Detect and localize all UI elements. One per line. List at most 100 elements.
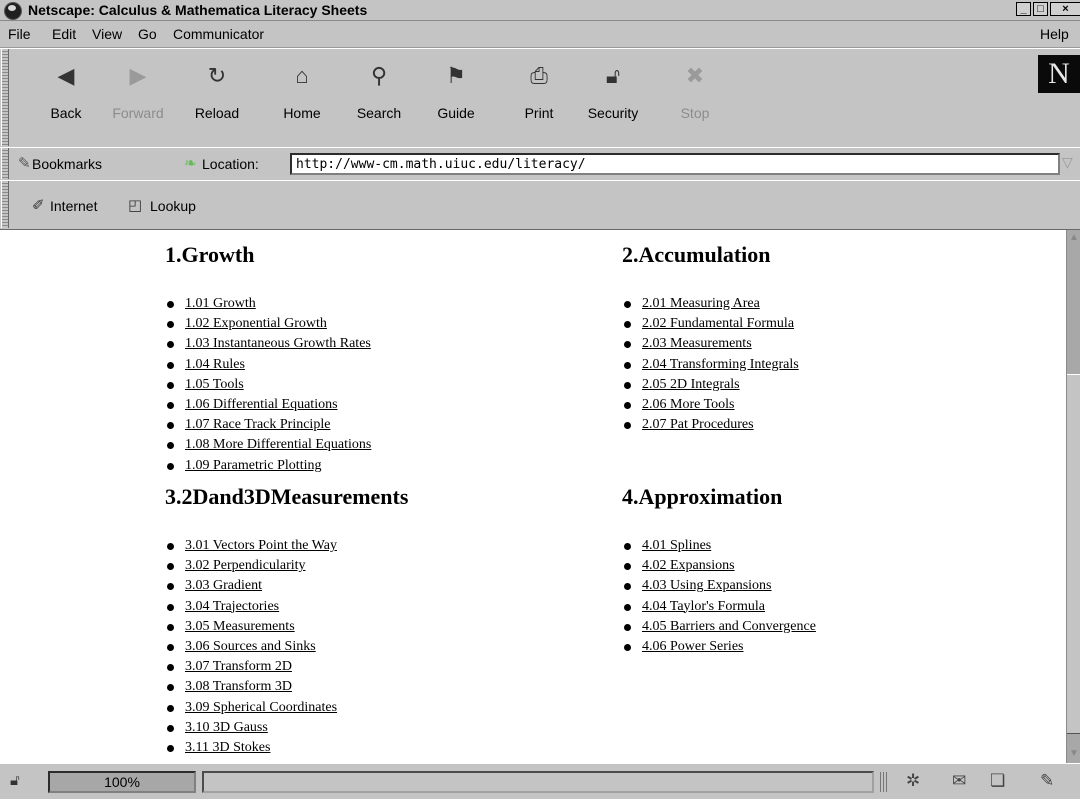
discussions-icon[interactable]: ❏ [990,771,1005,791]
section-approximation: 4.Approximation 4.01 Splines 4.02 Expans… [622,484,816,657]
stop-button[interactable]: ✖ Stop [663,57,727,147]
list-item: 3.11 3D Stokes [165,738,408,758]
list-item: 3.04 Trajectories [165,597,408,617]
guide-button[interactable]: ⚑ Guide [424,57,488,147]
literacy-link[interactable]: 2.06 More Tools [642,397,734,412]
literacy-link[interactable]: 4.01 Splines [642,538,711,553]
literacy-link[interactable]: 4.06 Power Series [642,639,744,654]
status-message [202,771,874,793]
location-page-icon[interactable]: ❧ [184,154,197,172]
link-list: 4.01 Splines 4.02 Expansions 4.03 Using … [622,536,816,657]
literacy-link[interactable]: 1.08 More Differential Equations [185,437,371,452]
list-item: 1.09 Parametric Plotting [165,456,371,476]
menu-edit[interactable]: Edit [52,26,76,42]
toolbar-grip[interactable] [1,49,9,146]
menu-view[interactable]: View [92,26,122,42]
literacy-link[interactable]: 4.04 Taylor's Formula [642,599,765,614]
maximize-button[interactable]: □ [1033,2,1048,16]
literacy-link[interactable]: 1.04 Rules [185,357,245,372]
vertical-scrollbar[interactable]: ▲ ▼ [1066,230,1080,763]
literacy-link[interactable]: 1.01 Growth [185,296,256,311]
menu-file[interactable]: File [8,26,31,42]
literacy-link[interactable]: 3.01 Vectors Point the Way [185,538,337,553]
literacy-link[interactable]: 2.07 Pat Procedures [642,417,754,432]
list-item: 1.04 Rules [165,355,371,375]
literacy-link[interactable]: 1.02 Exponential Growth [185,316,327,331]
url-dropdown-icon[interactable]: ▽ [1062,154,1080,174]
location-url-input[interactable] [290,153,1060,175]
list-item: 1.08 More Differential Equations [165,435,371,455]
menu-help[interactable]: Help [1040,26,1069,42]
list-item: 2.01 Measuring Area [622,294,799,314]
security-padlock-icon[interactable]: 🔓︎ [10,772,20,789]
close-button[interactable]: × [1050,2,1080,16]
scrollbar-thumb[interactable] [1067,374,1080,734]
literacy-link[interactable]: 3.11 3D Stokes [185,740,270,755]
list-item: 2.04 Transforming Integrals [622,355,799,375]
literacy-link[interactable]: 3.08 Transform 3D [185,679,292,694]
literacy-link[interactable]: 3.09 Spherical Coordinates [185,700,337,715]
netscape-app-icon[interactable] [4,2,22,20]
literacy-link[interactable]: 3.07 Transform 2D [185,659,292,674]
forward-button[interactable]: ▶ Forward [106,57,170,147]
reload-button[interactable]: ↻ Reload [185,57,249,147]
literacy-link[interactable]: 1.05 Tools [185,377,244,392]
list-item: 1.05 Tools [165,375,371,395]
personal-item-internet[interactable]: Internet [50,198,97,214]
literacy-link[interactable]: 3.06 Sources and Sinks [185,639,316,654]
print-button[interactable]: ⎙ Print [507,57,571,147]
folder-icon: ◰ [128,197,143,214]
list-item: 4.05 Barriers and Convergence [622,617,816,637]
list-item: 1.03 Instantaneous Growth Rates [165,334,371,354]
home-icon: ⌂ [295,63,309,88]
literacy-link[interactable]: 1.07 Race Track Principle [185,417,330,432]
literacy-link[interactable]: 4.03 Using Expansions [642,578,772,593]
literacy-link[interactable]: 4.02 Expansions [642,558,735,573]
toolbar-grip[interactable] [1,181,9,228]
literacy-link[interactable]: 2.03 Measurements [642,336,752,351]
mail-icon[interactable]: ✉ [952,771,966,791]
menu-go[interactable]: Go [138,26,157,42]
literacy-link[interactable]: 3.02 Perpendicularity [185,558,306,573]
guide-label: Guide [437,105,475,121]
scroll-down-icon[interactable]: ▼ [1068,748,1080,760]
literacy-link[interactable]: 2.01 Measuring Area [642,296,760,311]
navigation-toolbar: ◀ Back ▶ Forward ↻ Reload ⌂ Home ⚲ Searc… [0,48,1080,148]
literacy-link[interactable]: 3.03 Gradient [185,578,262,593]
literacy-link[interactable]: 2.04 Transforming Integrals [642,357,799,372]
toolbar-grip[interactable] [1,148,9,179]
scroll-up-icon[interactable]: ▲ [1068,232,1080,244]
forward-arrow-icon: ▶ [129,63,147,88]
literacy-link[interactable]: 2.05 2D Integrals [642,377,740,392]
security-button[interactable]: 🔓︎ Security [581,57,645,147]
netscape-logo[interactable]: N [1038,55,1080,93]
security-label: Security [587,105,639,121]
menu-communicator[interactable]: Communicator [173,26,264,42]
literacy-link[interactable]: 1.09 Parametric Plotting [185,458,321,473]
literacy-link[interactable]: 2.02 Fundamental Formula [642,316,794,331]
back-button[interactable]: ◀ Back [34,57,98,147]
literacy-link[interactable]: 1.03 Instantaneous Growth Rates [185,336,371,351]
list-item: 3.01 Vectors Point the Way [165,536,408,556]
reload-label: Reload [194,105,240,121]
list-item: 3.08 Transform 3D [165,677,408,697]
list-item: 3.03 Gradient [165,576,408,596]
literacy-link[interactable]: 3.10 3D Gauss [185,720,268,735]
composer-icon[interactable]: ✎ [1040,771,1054,791]
internet-icon: ✐ [32,197,45,214]
back-arrow-icon: ◀ [57,63,75,88]
list-item: 3.07 Transform 2D [165,657,408,677]
list-item: 1.02 Exponential Growth [165,314,371,334]
literacy-link[interactable]: 4.05 Barriers and Convergence [642,619,816,634]
search-button[interactable]: ⚲ Search [347,57,411,147]
minimize-button[interactable]: _ [1016,2,1031,16]
component-bar-grip[interactable] [878,772,888,792]
bookmarks-button[interactable]: Bookmarks [32,156,102,172]
search-icon: ⚲ [370,63,388,88]
home-button[interactable]: ⌂ Home [270,57,334,147]
navigator-icon[interactable]: ✲ [906,771,920,791]
literacy-link[interactable]: 1.06 Differential Equations [185,397,338,412]
personal-item-lookup[interactable]: Lookup [150,198,196,214]
literacy-link[interactable]: 3.05 Measurements [185,619,295,634]
literacy-link[interactable]: 3.04 Trajectories [185,599,279,614]
